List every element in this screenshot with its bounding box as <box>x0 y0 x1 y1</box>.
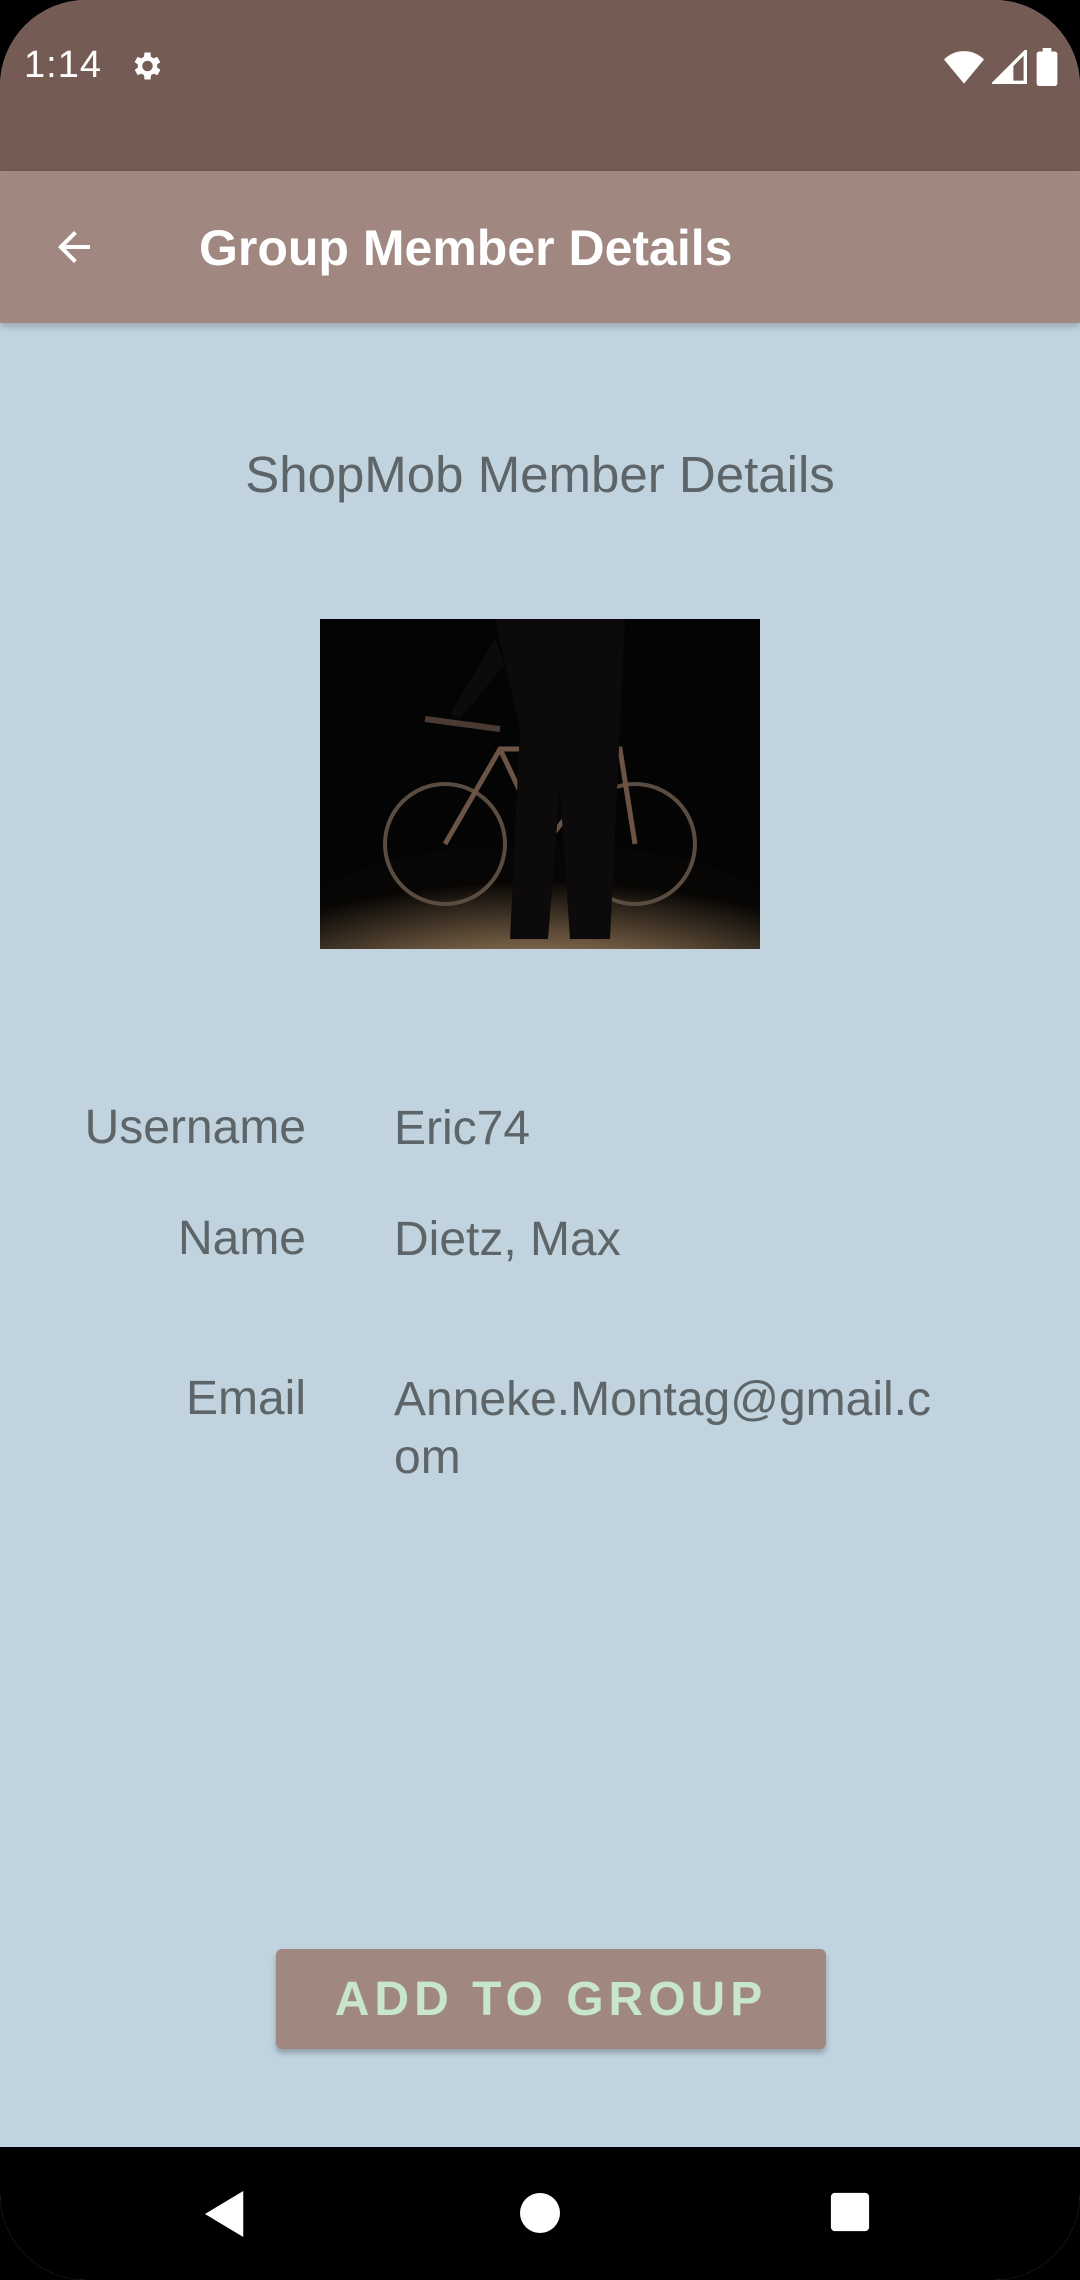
arrow-left-icon <box>58 231 90 263</box>
cell-signal-icon <box>992 50 1027 84</box>
username-label: Username <box>84 1101 306 1154</box>
section-heading: ShopMob Member Details <box>245 446 835 503</box>
screen: 1:14 Group Member Details ShopMob Member… <box>0 0 1080 2280</box>
back-button[interactable] <box>38 211 110 283</box>
email-value: Anneke.Montag@gmail.com <box>394 1373 931 1484</box>
recents-square-icon[interactable] <box>829 2191 871 2233</box>
email-label: Email <box>185 1372 306 1425</box>
add-to-group-button[interactable]: ADD TO GROUP <box>276 1949 826 2049</box>
status-bar: 1:14 <box>0 0 1080 171</box>
member-photo <box>320 619 760 949</box>
battery-icon <box>1036 48 1058 86</box>
back-triangle-icon[interactable] <box>204 2191 248 2237</box>
username-value: Eric74 <box>394 1102 531 1155</box>
navigation-bar <box>0 2147 1080 2280</box>
page-title: Group Member Details <box>199 220 733 276</box>
name-label: Name <box>177 1212 306 1265</box>
name-value: Dietz, Max <box>394 1213 621 1266</box>
status-time: 1:14 <box>24 44 102 86</box>
app-bar: Group Member Details <box>0 171 1080 323</box>
home-circle-icon[interactable] <box>518 2191 562 2235</box>
settings-icon <box>134 52 161 80</box>
status-icons <box>944 48 1058 86</box>
wifi-icon <box>944 51 984 84</box>
